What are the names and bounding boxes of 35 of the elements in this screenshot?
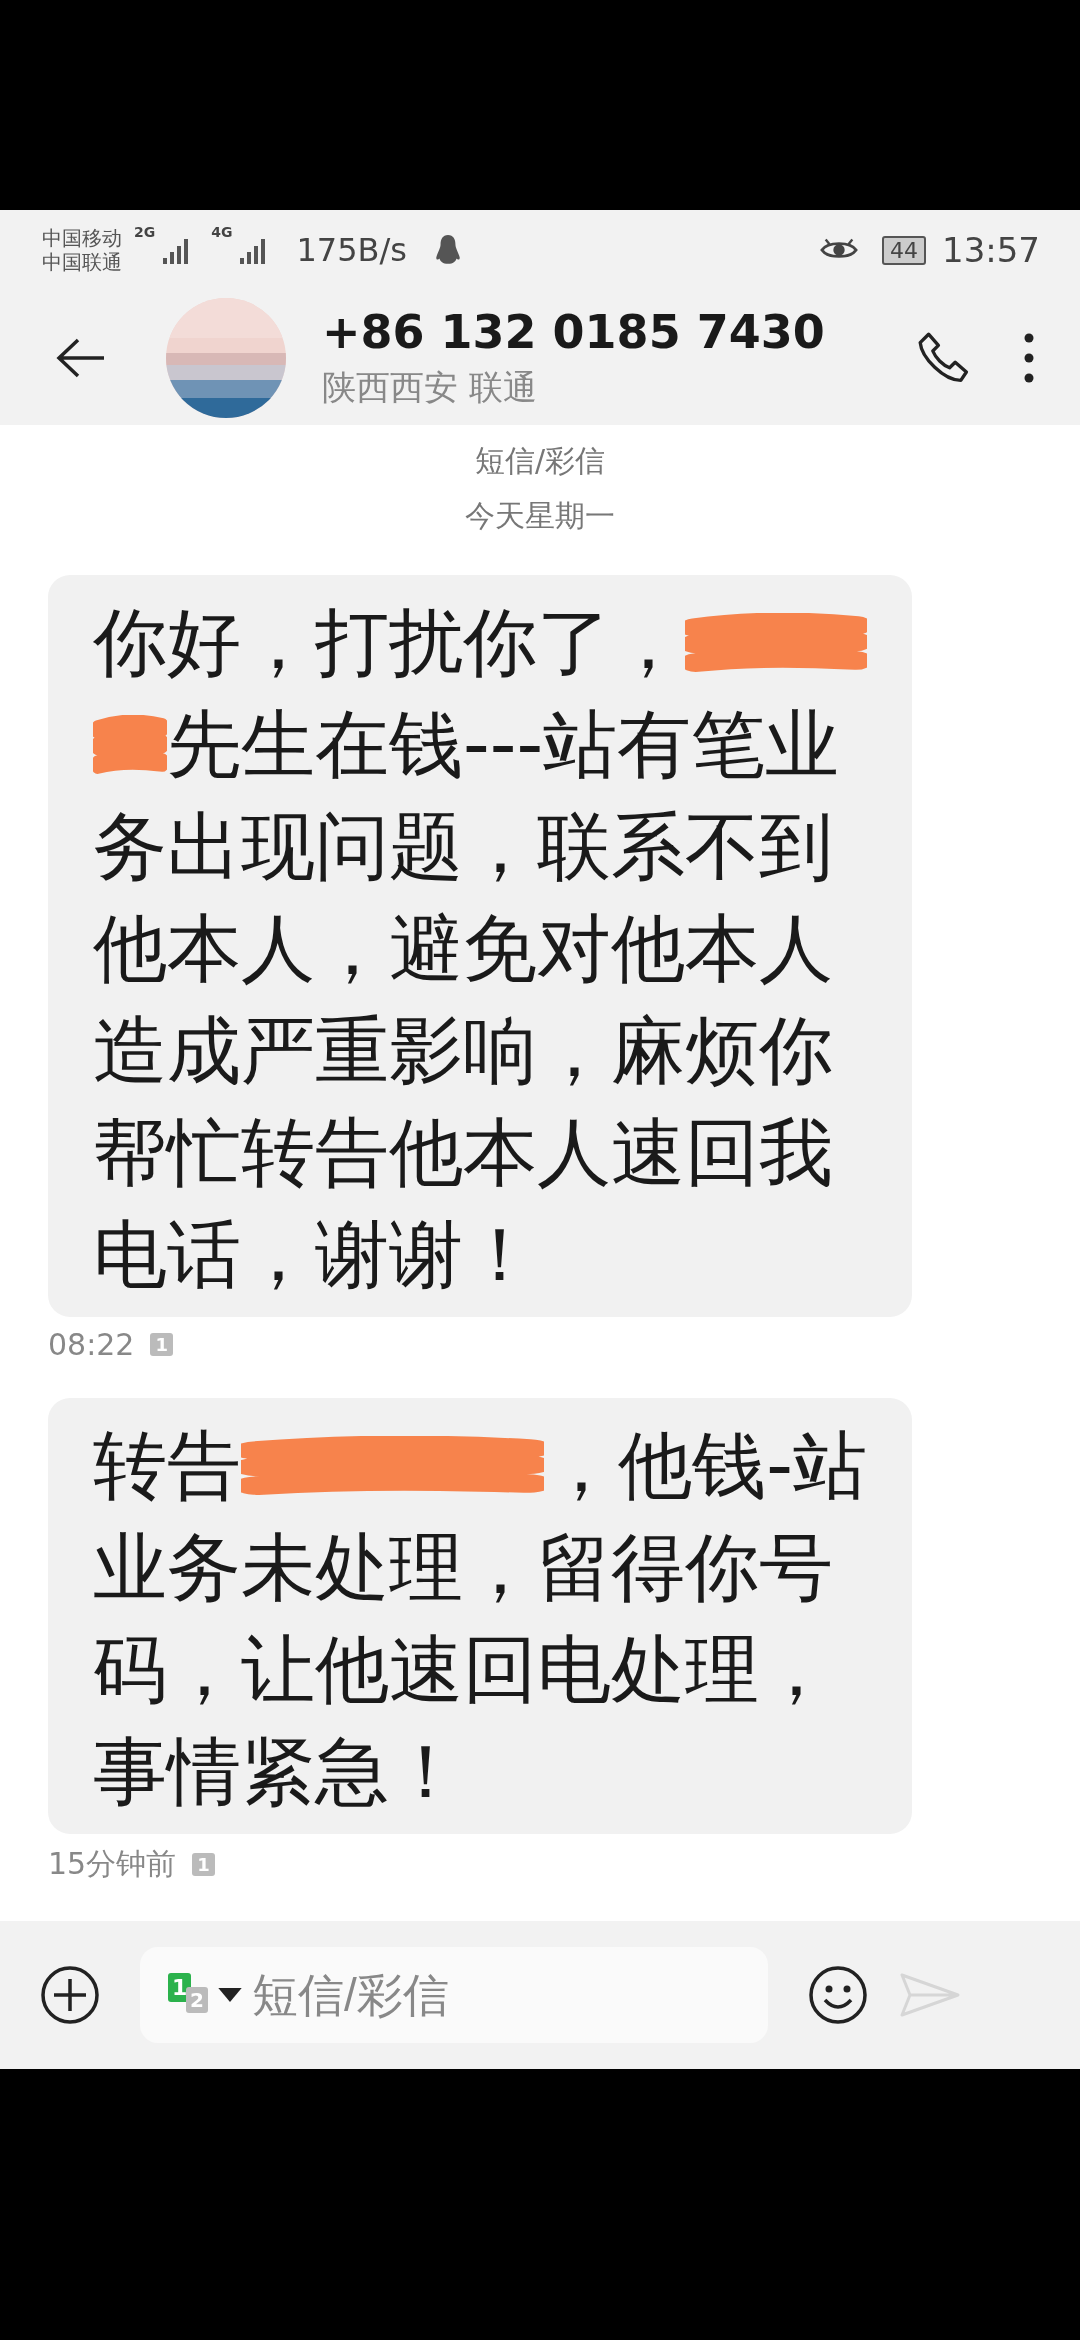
message-text: 务出现问题，联系不到 [93,802,833,891]
add-icon[interactable] [40,1965,100,2025]
message-time: 15分钟前 [48,1845,177,1883]
back-icon[interactable] [56,337,106,378]
message-text: 他本人，避免对他本人 [93,904,833,993]
message-text: 转告 [93,1421,241,1510]
penguin-icon [434,234,461,266]
sim-selector[interactable]: 1 2 [168,1973,210,2017]
message-text: 先生在钱---站有笔业 [167,700,840,789]
sim-badge: 1 [192,1853,215,1876]
date-label: 今天星期一 [465,497,615,535]
network-speed: 175B/s [296,231,407,269]
contact-location: 陕西西安 联通 [322,365,538,409]
message-text: 码，让他速回电处理， [93,1625,833,1714]
message-text: 帮忙转告他本人速回我 [93,1108,833,1197]
more-icon[interactable] [1024,332,1034,383]
message-text: 造成严重影响，麻烦你 [93,1006,833,1095]
battery-level: 44 [882,235,926,265]
message-text: 事情紧急！ [93,1727,463,1816]
carrier-name: 中国联通 [42,250,122,274]
caret-icon [218,1988,242,2002]
message-text: 你好，打扰你了， [93,598,685,687]
sim-badge: 1 [150,1333,173,1356]
emoji-icon[interactable] [808,1965,868,2025]
message-text: 电话，谢谢！ [93,1210,537,1299]
message-text: ，他钱-站 [544,1421,867,1510]
network-type: 2G [134,224,156,240]
contact-number: +86 132 0185 7430 [322,304,826,359]
network-type: 4G [211,224,233,240]
clock: 13:57 [942,230,1040,270]
thread-type-label: 短信/彩信 [474,442,606,480]
message-text: 业务未处理，留得你号 [93,1523,833,1612]
message-input[interactable]: 1 2 短信/彩信 [140,1947,768,2043]
message-time: 08:22 [48,1327,135,1362]
carrier-name: 中国移动 [42,226,122,250]
